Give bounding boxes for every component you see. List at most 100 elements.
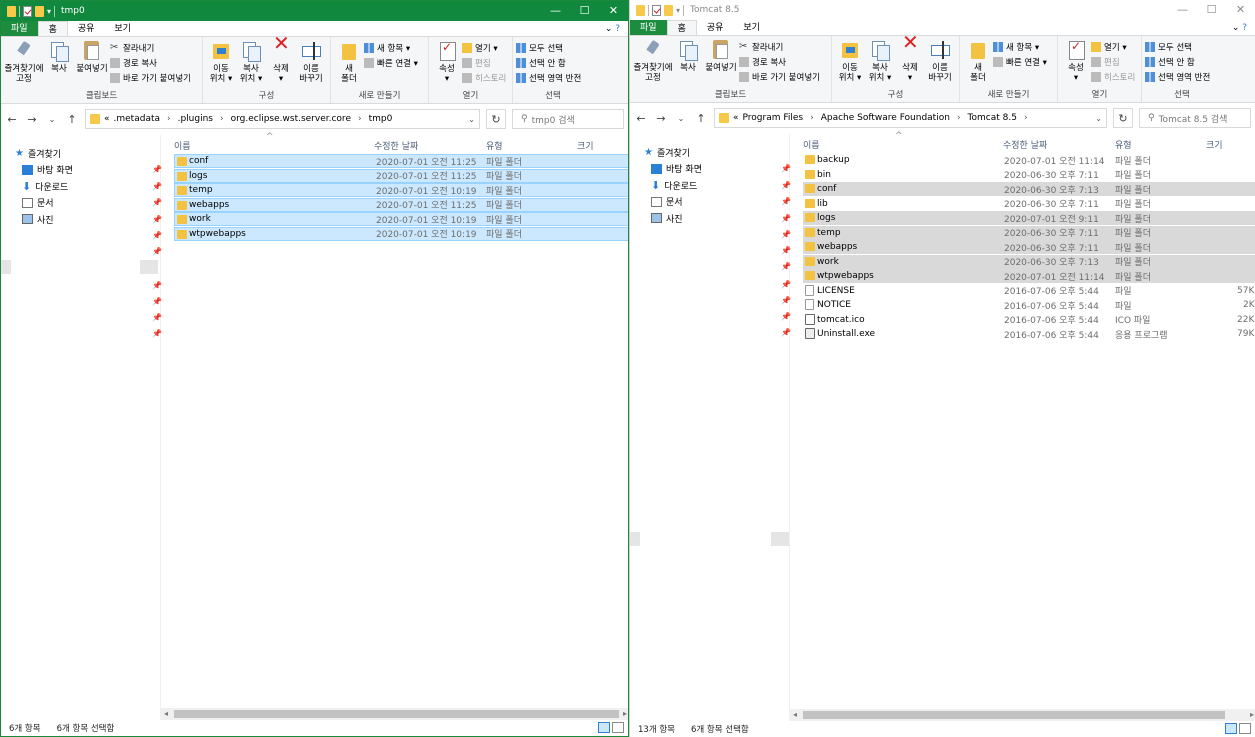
cut-button[interactable]: 잘라내기 (739, 40, 820, 53)
list-item[interactable]: conf 2020-06-30 오후 7:13 파일 폴더 (803, 182, 1255, 196)
list-item[interactable]: temp 2020-06-30 오후 7:11 파일 폴더 (803, 225, 1255, 240)
cut-button[interactable]: 잘라내기 (110, 41, 191, 54)
back-arrow-icon[interactable]: ← (5, 113, 19, 126)
chevron-down-icon[interactable]: ▾ (676, 6, 680, 15)
list-item[interactable]: wtpwebapps 2020-07-01 오전 11:14 파일 폴더 (803, 269, 1255, 283)
column-type[interactable]: 유형 (1115, 138, 1132, 151)
search-input[interactable]: ⚲ tmp0 검색 (512, 109, 624, 129)
list-item[interactable]: work 2020-06-30 오후 7:13 파일 폴더 (803, 254, 1255, 269)
history-button[interactable]: 히스토리 (1091, 70, 1135, 83)
chevron-down-icon[interactable]: ⌄ ? (605, 21, 628, 36)
paste-shortcut-button[interactable]: 바로 가기 붙여넣기 (110, 71, 191, 84)
maximize-icon[interactable]: ☐ (1197, 0, 1226, 20)
history-button[interactable]: 히스토리 (462, 71, 506, 84)
easy-access-button[interactable]: 빠른 연결 ▾ (364, 56, 418, 69)
list-item[interactable]: bin 2020-06-30 오후 7:11 파일 폴더 (803, 168, 1255, 182)
close-icon[interactable]: ✕ (599, 1, 628, 21)
address-bar[interactable]: « Program Files › Apache Software Founda… (714, 108, 1107, 128)
chevron-down-icon[interactable]: ⌄ (468, 115, 475, 124)
tab-share[interactable]: 공유 (697, 20, 734, 35)
forward-arrow-icon[interactable]: → (654, 112, 668, 125)
address-bar[interactable]: « .metadata › .plugins › org.eclipse.wst… (85, 109, 480, 129)
list-item[interactable]: conf 2020-07-01 오전 11:25 파일 폴더 (174, 154, 628, 168)
details-view-icon[interactable] (598, 722, 610, 733)
new-item-button[interactable]: 새 항목 ▾ (993, 40, 1047, 53)
list-item[interactable]: work 2020-07-01 오전 10:19 파일 폴더 (174, 212, 628, 226)
minimize-icon[interactable]: — (541, 1, 570, 21)
edit-button[interactable]: 편집 (462, 56, 506, 69)
select-none-button[interactable]: 선택 안 함 (516, 56, 581, 69)
breadcrumb-item[interactable]: tmp0 (369, 114, 393, 124)
tab-home[interactable]: 홈 (666, 20, 697, 35)
breadcrumb-item[interactable]: .plugins (178, 114, 213, 124)
scrollbar-thumb[interactable] (803, 711, 1225, 719)
list-item[interactable]: wtpwebapps 2020-07-01 오전 10:19 파일 폴더 (174, 226, 628, 241)
close-icon[interactable]: ✕ (1226, 0, 1255, 20)
list-item[interactable]: logs 2020-07-01 오전 9:11 파일 폴더 (803, 211, 1255, 225)
recent-locations-chevron-icon[interactable]: ⌄ (45, 115, 59, 124)
chevron-right-icon[interactable]: › (167, 114, 171, 124)
properties-icon[interactable] (23, 5, 32, 17)
recent-locations-chevron-icon[interactable]: ⌄ (674, 114, 688, 123)
chevron-right-icon[interactable]: › (1024, 113, 1028, 123)
edit-button[interactable]: 편집 (1091, 55, 1135, 68)
minimize-icon[interactable]: — (1168, 0, 1197, 20)
breadcrumb-item[interactable]: Program Files (743, 113, 804, 123)
copy-path-button[interactable]: 경로 복사 (110, 56, 191, 69)
chevron-down-icon[interactable]: ⌄ (1095, 114, 1102, 123)
breadcrumb-item[interactable]: Apache Software Foundation (821, 113, 950, 123)
nav-item-pictures[interactable]: 사진 📌 (630, 210, 791, 227)
list-item[interactable]: temp 2020-07-01 오전 10:19 파일 폴더 (174, 183, 628, 197)
nav-item-pictures[interactable]: 사진 📌 (1, 211, 162, 228)
breadcrumb-item[interactable]: .metadata (114, 114, 160, 124)
column-name[interactable]: 이름 (174, 139, 191, 152)
new-folder-icon[interactable] (664, 4, 673, 16)
paste-shortcut-button[interactable]: 바로 가기 붙여넣기 (739, 70, 820, 83)
up-arrow-icon[interactable]: ↑ (694, 112, 708, 125)
tab-view[interactable]: 보기 (733, 20, 770, 35)
help-icon[interactable]: ? (615, 24, 620, 34)
select-all-button[interactable]: 모두 선택 (1145, 40, 1210, 53)
chevron-right-icon[interactable]: › (810, 113, 814, 123)
pin-icon[interactable] (771, 532, 789, 546)
tab-view[interactable]: 보기 (104, 21, 141, 36)
scrollbar-thumb[interactable] (174, 710, 619, 718)
forward-arrow-icon[interactable]: → (25, 113, 39, 126)
list-item[interactable]: lib 2020-06-30 오후 7:11 파일 폴더 (803, 197, 1255, 211)
back-arrow-icon[interactable]: ← (634, 112, 648, 125)
column-size[interactable]: 크기 (577, 139, 594, 152)
select-none-button[interactable]: 선택 안 함 (1145, 55, 1210, 68)
scroll-left-icon[interactable]: ◂ (793, 709, 797, 721)
nav-item-quick-access[interactable]: ★ 즐겨찾기 (630, 144, 789, 161)
column-name[interactable]: 이름 (803, 138, 820, 151)
large-icons-view-icon[interactable] (612, 722, 624, 733)
details-view-icon[interactable] (1225, 723, 1237, 734)
column-type[interactable]: 유형 (486, 139, 503, 152)
hidden-nav-item[interactable] (1, 260, 11, 274)
scroll-left-icon[interactable]: ◂ (164, 708, 168, 720)
list-item[interactable]: webapps 2020-07-01 오전 11:25 파일 폴더 (174, 197, 628, 212)
select-all-button[interactable]: 모두 선택 (516, 41, 581, 54)
chevron-down-icon[interactable]: ⌄ ? (1232, 20, 1255, 35)
chevron-down-icon[interactable]: ▾ (47, 7, 51, 16)
nav-item-desktop[interactable]: 바탕 화면 📌 (630, 161, 791, 178)
large-icons-view-icon[interactable] (1239, 723, 1251, 734)
pin-icon[interactable] (140, 260, 158, 274)
breadcrumb-item[interactable]: org.eclipse.wst.server.core (231, 114, 351, 124)
copy-path-button[interactable]: 경로 복사 (739, 55, 820, 68)
hidden-nav-item[interactable] (630, 532, 640, 546)
list-item[interactable]: NOTICE 2016-07-06 오후 5:44 파일 2KI (803, 298, 1255, 312)
scroll-right-icon[interactable]: ▸ (1250, 709, 1254, 721)
list-item[interactable]: backup 2020-07-01 오전 11:14 파일 폴더 (803, 153, 1255, 167)
breadcrumb-item[interactable]: Tomcat 8.5 (968, 113, 1017, 123)
invert-selection-button[interactable]: 선택 영역 반전 (516, 71, 581, 84)
maximize-icon[interactable]: ☐ (570, 1, 599, 21)
column-size[interactable]: 크기 (1206, 138, 1223, 151)
nav-item-documents[interactable]: 문서 📌 (630, 194, 791, 211)
easy-access-button[interactable]: 빠른 연결 ▾ (993, 55, 1047, 68)
up-arrow-icon[interactable]: ↑ (65, 113, 79, 126)
nav-item-quick-access[interactable]: ★ 즐겨찾기 (1, 145, 160, 162)
scroll-right-icon[interactable]: ▸ (623, 708, 627, 720)
list-item[interactable]: webapps 2020-06-30 오후 7:11 파일 폴더 (803, 240, 1255, 254)
chevron-right-icon[interactable]: › (957, 113, 961, 123)
